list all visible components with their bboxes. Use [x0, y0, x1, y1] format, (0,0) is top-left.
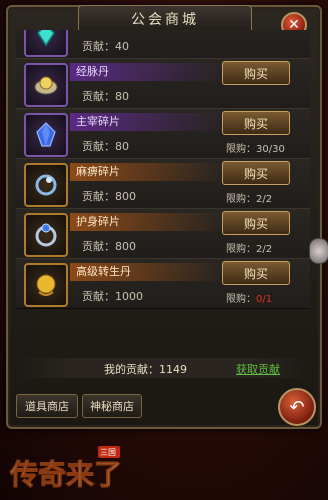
back-button[interactable]: ↶ [278, 388, 316, 426]
return-arrow-icon: ↶ [289, 396, 305, 418]
game-logo: 传奇来了 三国 [6, 444, 136, 494]
side-handle[interactable] [309, 238, 328, 264]
paralysis-ring-icon [35, 174, 57, 196]
purchase-limit: 限购：30/30 [226, 140, 285, 155]
item-icon-frame[interactable] [24, 163, 68, 207]
limit-label: 限购： [226, 294, 256, 305]
list-item: 高级转生丹 购买 贡献：1000 限购：0/1 [16, 258, 310, 309]
list-item: 主宰碎片 购买 贡献：80 限购：30/30 [16, 108, 310, 159]
limit-label: 限购： [226, 244, 256, 255]
limit-value: 2/2 [256, 194, 273, 205]
buy-button[interactable]: 购买 [222, 161, 290, 185]
buy-button[interactable]: 购买 [222, 61, 290, 85]
item-icon-frame[interactable] [24, 63, 68, 107]
item-icon-frame[interactable] [24, 30, 68, 57]
list-item: 护身碎片 购买 贡献：800 限购：2/2 [16, 208, 310, 259]
gold-pill-icon [34, 76, 58, 95]
item-name: 护身碎片 [70, 213, 224, 231]
purchase-limit: 限购：2/2 [226, 190, 272, 205]
my-contribution: 我的贡献：1149 [104, 363, 187, 376]
buy-button[interactable]: 购买 [222, 211, 290, 235]
buy-button[interactable]: 购买 [222, 261, 290, 285]
item-list[interactable]: 贡献：40 经脉丹 购买 贡献：80 主宰碎片 购买 贡献：80 限购：30/3… [16, 30, 310, 352]
item-name: 高级转生丹 [70, 263, 224, 281]
contribution-cost: 贡献：80 [82, 140, 129, 153]
window-title: 公会商城 [78, 5, 252, 33]
svg-text:传奇来了: 传奇来了 [9, 458, 122, 491]
purchase-limit: 限购：0/1 [226, 290, 272, 305]
contribution-cost: 贡献：40 [82, 40, 129, 53]
item-icon-frame[interactable] [24, 213, 68, 257]
item-name: 经脉丹 [70, 63, 224, 81]
contribution-cost: 贡献：1000 [82, 290, 143, 303]
svg-text:三国: 三国 [100, 448, 116, 457]
purchase-limit: 限购：2/2 [226, 240, 272, 255]
tab-item-shop[interactable]: 道具商店 [16, 394, 78, 418]
limit-label: 限购： [226, 194, 256, 205]
protection-ring-icon [35, 223, 57, 247]
list-item: 经脉丹 购买 贡献：80 [16, 58, 310, 109]
limit-value: 30/30 [256, 144, 285, 155]
item-icon-frame[interactable] [24, 263, 68, 307]
get-contribution-link[interactable]: 获取贡献 [236, 361, 280, 377]
item-name: 主宰碎片 [70, 113, 224, 131]
contribution-cost: 贡献：80 [82, 90, 129, 103]
blue-crystal-icon [36, 122, 56, 147]
buy-button[interactable]: 购买 [222, 111, 290, 135]
list-item: 麻痹碎片 购买 贡献：800 限购：2/2 [16, 158, 310, 209]
contribution-cost: 贡献：800 [82, 240, 136, 253]
limit-label: 限购： [226, 144, 256, 155]
limit-value: 2/2 [256, 244, 273, 255]
item-icon-frame[interactable] [24, 113, 68, 157]
cyan-gem-icon [37, 30, 55, 47]
list-item: 贡献：40 [16, 30, 310, 59]
tab-mystery-shop[interactable]: 神秘商店 [82, 394, 142, 418]
contribution-footer: 我的贡献：1149 获取贡献 [16, 358, 310, 378]
limit-value: 0/1 [256, 294, 273, 305]
contribution-cost: 贡献：800 [82, 190, 136, 203]
item-name: 麻痹碎片 [70, 163, 224, 181]
golden-orb-icon [36, 274, 56, 296]
